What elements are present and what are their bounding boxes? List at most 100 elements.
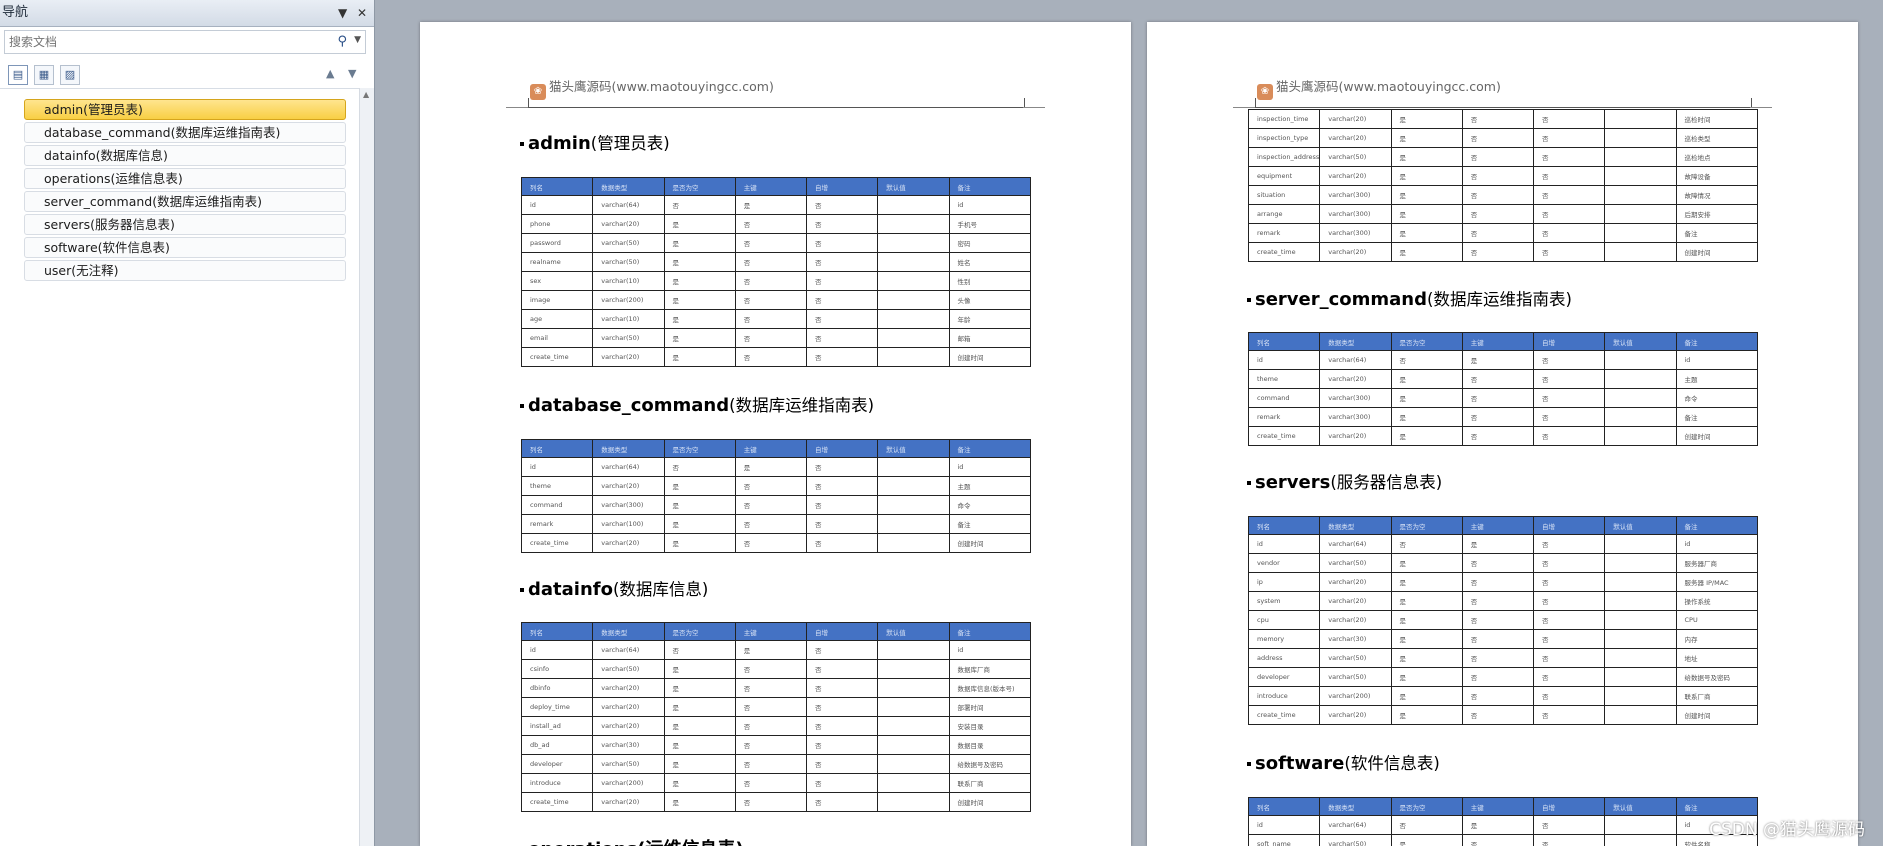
table-cell	[877, 533, 950, 553]
nav-heading-item[interactable]: database_command(数据库运维指南表)	[24, 122, 346, 143]
table-cell: 否	[805, 347, 879, 367]
heading-servers[interactable]: servers(服务器信息表)	[1247, 469, 1442, 493]
table-cell: varchar(10)	[592, 309, 665, 329]
search-box[interactable]: ⚲ ▼	[4, 30, 366, 54]
table-cell: 是	[1461, 534, 1535, 554]
table-cell: 否	[1461, 553, 1535, 573]
table-cell: varchar(20)	[1319, 610, 1392, 630]
nav-heading-item[interactable]: servers(服务器信息表)	[24, 214, 346, 235]
nav-heading-item[interactable]: operations(运维信息表)	[24, 168, 346, 189]
table-cell: 是	[663, 678, 736, 698]
table-cell	[877, 233, 950, 253]
nav-heading-item[interactable]: datainfo(数据库信息)	[24, 145, 346, 166]
table-cell: varchar(20)	[1319, 166, 1392, 186]
table-cell: varchar(50)	[1319, 553, 1392, 573]
table-cell: 否	[1461, 686, 1535, 706]
nav-heading-item[interactable]: software(软件信息表)	[24, 237, 346, 258]
heading-operations[interactable]: operations(运维信息表)	[528, 835, 744, 846]
table-cell: 否	[734, 697, 808, 717]
table-row: deploy_time varchar(20) 是否否部署时间	[520, 697, 1031, 717]
table-datainfo: 列名 数据类型 是否为空 主键 自增 默认值 备注 id varchar(64) 否是否 id csi…	[520, 622, 1031, 812]
table-cell	[1604, 534, 1677, 554]
column-header: 是否为空	[1390, 797, 1463, 816]
table-cell: introduce	[520, 773, 594, 793]
table-cell: varchar(20)	[592, 347, 665, 367]
column-header: 数据类型	[1319, 797, 1392, 816]
table-cell: sex	[520, 271, 594, 291]
heading-datainfo[interactable]: datainfo(数据库信息)	[520, 576, 708, 600]
nav-scrollbar[interactable]: ▲	[359, 88, 374, 846]
table-cell: 安装目录	[948, 716, 1031, 736]
table-cell: 是	[1390, 834, 1463, 846]
table-cell: cpu	[1247, 610, 1321, 630]
column-header: 数据类型	[592, 439, 665, 458]
nav-title-bar: 导航 ▼ ✕	[0, 0, 374, 27]
table-cell: 否	[1532, 242, 1606, 262]
table-cell: 否	[1532, 128, 1606, 148]
table-cell: create_time	[520, 347, 594, 367]
table-row: password varchar(50) 是否否密码	[520, 233, 1031, 253]
pages-view-icon[interactable]: ▦	[34, 65, 54, 85]
table-cell: 否	[1461, 591, 1535, 611]
nav-heading-item[interactable]: admin(管理员表)	[24, 99, 346, 120]
table-cell: 后期安排	[1675, 204, 1758, 224]
table-cell: 否	[1532, 407, 1606, 427]
table-cell	[877, 195, 950, 215]
table-cell: varchar(20)	[1319, 705, 1392, 725]
table-row: realname varchar(50) 是否否姓名	[520, 252, 1031, 272]
nav-dropdown-icon[interactable]: ▼	[338, 0, 347, 26]
table-cell: varchar(50)	[592, 252, 665, 272]
table-cell: 否	[734, 271, 808, 291]
table-row: create_time varchar(20) 是否否创建时间	[1247, 242, 1758, 262]
table-cell: 主题	[948, 476, 1031, 496]
search-icon[interactable]: ⚲	[337, 34, 347, 49]
table-cell: varchar(20)	[592, 716, 665, 736]
previous-heading-icon[interactable]: ▲	[326, 67, 334, 80]
table-server-command: 列名 数据类型 是否为空 主键 自增 默认值 备注 id varchar(64) 否是否 id the…	[1247, 332, 1758, 446]
table-cell: 头像	[948, 290, 1031, 310]
search-options-chevron-icon[interactable]: ▼	[354, 35, 361, 45]
table-cell: password	[520, 233, 594, 253]
headings-view-icon[interactable]: ▤	[8, 65, 28, 85]
table-row: inspection_address varchar(50) 是否否巡检地点	[1247, 147, 1758, 167]
table-cell: 否	[805, 735, 879, 755]
table-cell: remark	[520, 514, 594, 534]
results-view-icon[interactable]: ▨	[60, 65, 80, 85]
table-row: dbinfo varchar(20) 是否否数据库信息(版本号)	[520, 678, 1031, 698]
table-cell: 否	[805, 290, 879, 310]
nav-heading-item[interactable]: user(无注释)	[24, 260, 346, 281]
heading-server-command[interactable]: server_command(数据库运维指南表)	[1247, 286, 1572, 310]
table-cell: 否	[734, 678, 808, 698]
table-cell: 给数据号及密码	[948, 754, 1031, 774]
table-cell: varchar(10)	[592, 271, 665, 291]
table-cell: introduce	[1247, 686, 1321, 706]
heading-software[interactable]: software(软件信息表)	[1247, 750, 1440, 774]
table-cell: 否	[734, 754, 808, 774]
table-cell: 否	[1532, 204, 1606, 224]
table-row: id varchar(64) 否是否 id	[1247, 534, 1758, 554]
table-cell: phone	[520, 214, 594, 234]
table-cell: 否	[663, 457, 736, 477]
heading-admin[interactable]: admin(管理员表)	[520, 130, 670, 154]
table-header-row: 列名 数据类型 是否为空 主键 自增 默认值 备注	[520, 439, 1031, 458]
table-cell: 否	[1461, 166, 1535, 186]
nav-heading-item[interactable]: server_command(数据库运维指南表)	[24, 191, 346, 212]
nav-close-icon[interactable]: ✕	[357, 0, 367, 26]
table-row: inspection_type varchar(20) 是否否巡检类型	[1247, 128, 1758, 148]
table-row: remark varchar(100) 是否否备注	[520, 514, 1031, 534]
search-input[interactable]	[5, 32, 333, 52]
table-cell: 否	[805, 659, 879, 679]
table-row: create_time varchar(20) 是否否创建时间	[1247, 426, 1758, 446]
table-cell: 否	[1461, 610, 1535, 630]
table-cell: 主题	[1675, 369, 1758, 389]
table-row: situation varchar(300) 是否否故障情况	[1247, 185, 1758, 205]
table-cell: 是	[734, 640, 808, 660]
table-header-row: 列名 数据类型 是否为空 主键 自增 默认值 备注	[1247, 332, 1758, 351]
table-cell: 否	[1461, 223, 1535, 243]
heading-database-command[interactable]: database_command(数据库运维指南表)	[520, 392, 874, 416]
table-row: system varchar(20) 是否否操作系统	[1247, 591, 1758, 611]
next-heading-icon[interactable]: ▼	[348, 67, 356, 80]
table-cell: 否	[1532, 426, 1606, 446]
column-header: 默认值	[1604, 797, 1677, 816]
table-cell: 是	[1390, 369, 1463, 389]
